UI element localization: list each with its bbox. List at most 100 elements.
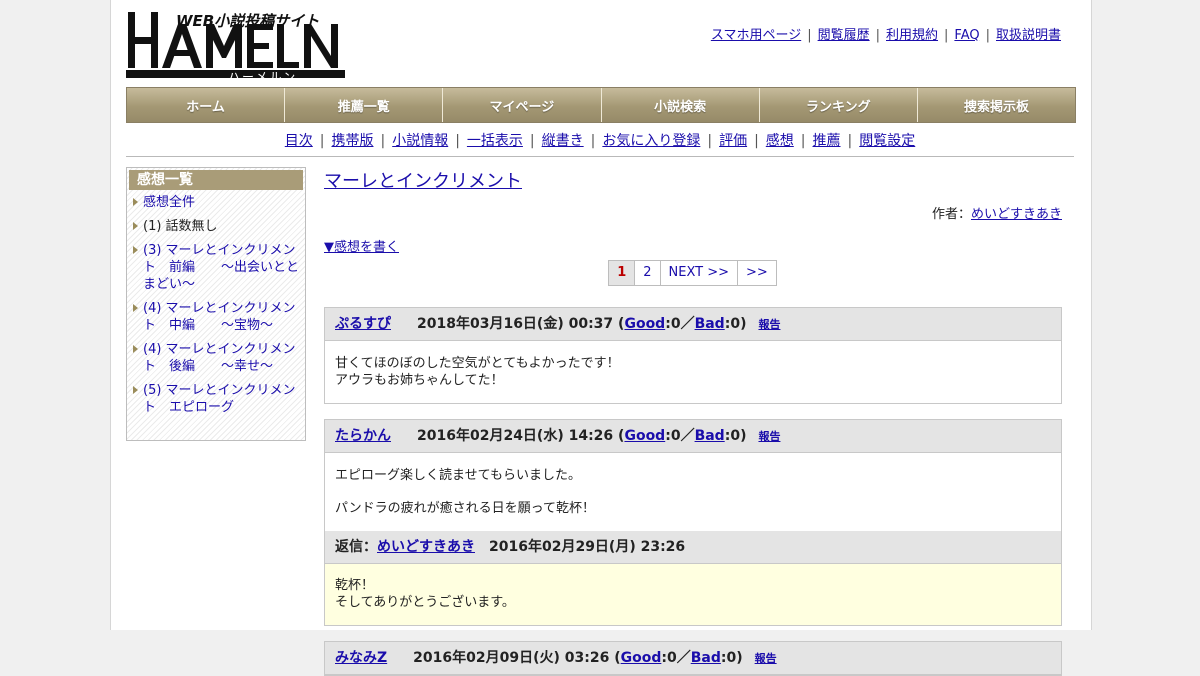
novel-info-link[interactable]: 小説情報: [392, 133, 448, 149]
sidebar-item-part1[interactable]: (3) マーレとインクリメント 前編 ～出会いととまどい～: [131, 242, 301, 293]
page-1-current: 1: [608, 260, 636, 286]
arrow-icon: [133, 222, 138, 230]
pagination: 1 2 NEXT >> >>: [324, 260, 1062, 286]
author-link[interactable]: めいどすきあき: [971, 207, 1062, 222]
sidebar-item-label[interactable]: (4) マーレとインクリメント 後編 ～幸せ～: [143, 342, 296, 374]
mobile-version-link[interactable]: 携帯版: [331, 133, 373, 149]
reply-line: 乾杯！: [335, 578, 375, 593]
nav-home[interactable]: ホーム: [127, 88, 286, 122]
main-content: マーレとインクリメント 作者：めいどすきあき ▼感想を書く 1 2 NEXT >…: [324, 167, 1062, 676]
comment-user-link[interactable]: みなみZ: [335, 650, 387, 666]
impressions-sidebar: 感想一覧 感想全件 (1) 話数無し (3) マーレとインクリメント 前編 ～出…: [126, 167, 306, 441]
report-link[interactable]: 報告: [755, 652, 777, 665]
bad-vote-link[interactable]: Bad: [695, 428, 725, 444]
faq-link[interactable]: FAQ: [954, 28, 979, 43]
reply-date: 2016年02月29日(月) 23:26: [489, 539, 686, 555]
rating-link[interactable]: 評価: [719, 133, 747, 149]
reply-author-link[interactable]: めいどすきあき: [377, 539, 475, 555]
write-impression-link[interactable]: ▼感想を書く: [324, 236, 399, 255]
comment-user-link[interactable]: ぷるすぴ: [335, 316, 391, 332]
report-link[interactable]: 報告: [758, 430, 780, 443]
sidebar-item-label: (1) 話数無し: [143, 219, 218, 234]
nav-ranking[interactable]: ランキング: [759, 88, 918, 122]
reply-line: そしてありがとうございます。: [335, 595, 515, 610]
arrow-icon: [133, 304, 138, 312]
novel-title-link[interactable]: マーレとインクリメント: [324, 171, 522, 192]
good-vote-link[interactable]: Good: [621, 650, 662, 666]
comment-body: 甘くてほのぼのした空気がとてもよかったです！ アウラもお姉ちゃんしてた！: [325, 341, 1061, 403]
comment: みなみZ 2016年02月09日(火) 03:26 (Good:0／Bad:0) 報…: [324, 641, 1062, 676]
sidebar-item-label[interactable]: 感想全件: [143, 195, 195, 210]
comment-header: たらかん 2016年02月24日(水) 14:26 (Good:0／Bad:0) 報…: [325, 420, 1061, 453]
nav-search-board[interactable]: 捜索掲示板: [917, 88, 1076, 122]
sidebar-item-label[interactable]: (3) マーレとインクリメント 前編 ～出会いととまどい～: [143, 243, 299, 292]
sidebar-item-all[interactable]: 感想全件: [131, 194, 301, 211]
view-settings-link[interactable]: 閲覧設定: [859, 133, 915, 149]
bad-count: 0: [730, 428, 741, 444]
arrow-icon: [133, 386, 138, 394]
comment-paragraph: パンドラの疲れが癒される日を願って乾杯！: [335, 501, 596, 516]
sidebar-list: 感想全件 (1) 話数無し (3) マーレとインクリメント 前編 ～出会いととま…: [127, 194, 305, 416]
comment: ぷるすぴ 2018年03月16日(金) 00:37 (Good:0／Bad:0) 報…: [324, 307, 1062, 404]
comment-header: みなみZ 2016年02月09日(火) 03:26 (Good:0／Bad:0) 報…: [325, 642, 1061, 675]
comment-line: アウラもお姉ちゃんしてた！: [335, 373, 504, 388]
sidebar-item-epilogue[interactable]: (5) マーレとインクリメント エピローグ: [131, 382, 301, 416]
comment: たらかん 2016年02月24日(水) 14:26 (Good:0／Bad:0) 報…: [324, 419, 1062, 626]
logo-kana: ハーメルン: [228, 70, 298, 84]
nav-novel-search[interactable]: 小説検索: [601, 88, 760, 122]
browsing-history-link[interactable]: 閲覧履歴: [818, 28, 870, 43]
nav-mypage[interactable]: マイページ: [443, 88, 602, 122]
arrow-icon: [133, 198, 138, 206]
page-2-link[interactable]: 2: [634, 260, 661, 286]
toc-link[interactable]: 目次: [285, 133, 313, 149]
comment-header: ぷるすぴ 2018年03月16日(金) 00:37 (Good:0／Bad:0) 報…: [325, 308, 1061, 341]
sidebar-item-part3[interactable]: (4) マーレとインクリメント 後編 ～幸せ～: [131, 341, 301, 375]
smartphone-page-link[interactable]: スマホ用ページ: [711, 28, 801, 43]
vertical-writing-link[interactable]: 縦書き: [542, 133, 584, 149]
sidebar-item-label[interactable]: (5) マーレとインクリメント エピローグ: [143, 383, 296, 415]
terms-link[interactable]: 利用規約: [886, 28, 938, 43]
good-count: 0: [670, 316, 681, 332]
next-page-link[interactable]: NEXT >>: [659, 260, 738, 286]
comment-date: 2018年03月16日(金) 00:37: [417, 316, 614, 332]
sidebar-item-label[interactable]: (4) マーレとインクリメント 中編 ～宝物～: [143, 301, 296, 333]
main-nav: ホーム 推薦一覧 マイページ 小説検索 ランキング 捜索掲示板: [126, 87, 1076, 123]
recommend-link[interactable]: 推薦: [813, 133, 841, 149]
author-line: 作者：めいどすきあき: [324, 203, 1062, 222]
sidebar-item-part2[interactable]: (4) マーレとインクリメント 中編 ～宝物～: [131, 300, 301, 334]
site-logo[interactable]: WEB小説投稿サイト ハーメルン: [126, 10, 346, 84]
bad-vote-link[interactable]: Bad: [691, 650, 721, 666]
add-favorite-link[interactable]: お気に入り登録: [602, 133, 700, 149]
good-vote-link[interactable]: Good: [624, 428, 665, 444]
bad-vote-link[interactable]: Bad: [695, 316, 725, 332]
page: WEB小説投稿サイト ハーメルン スマホ用ページ | 閲覧履歴 | 利用規約 | FAQ | 取…: [110, 0, 1092, 676]
manual-link[interactable]: 取扱説明書: [996, 28, 1061, 43]
bulk-view-link[interactable]: 一括表示: [467, 133, 523, 149]
nav-recommendations[interactable]: 推薦一覧: [285, 88, 444, 122]
comment-body: エピローグ楽しく読ませてもらいました。 パンドラの疲れが癒される日を願って乾杯！: [325, 453, 1061, 531]
author-label: 作者：: [931, 207, 971, 222]
comment-line: 甘くてほのぼのした空気がとてもよかったです！: [335, 356, 620, 371]
reply-label: 返信：: [335, 539, 377, 555]
reply-body: 乾杯！ そしてありがとうございます。: [325, 564, 1061, 625]
comment-date: 2016年02月24日(水) 14:26: [417, 428, 614, 444]
report-link[interactable]: 報告: [758, 318, 780, 331]
comment-paragraph: エピローグ楽しく読ませてもらいました。: [335, 468, 581, 483]
comment-date: 2016年02月09日(火) 03:26: [413, 650, 610, 666]
logo-tagline: WEB小説投稿サイト: [176, 12, 320, 30]
last-page-link[interactable]: >>: [737, 260, 777, 286]
bad-count: 0: [730, 316, 741, 332]
arrow-icon: [133, 345, 138, 353]
bad-count: 0: [726, 650, 737, 666]
sidebar-item-no-episode: (1) 話数無し: [131, 218, 301, 235]
arrow-icon: [133, 246, 138, 254]
sidebar-title: 感想一覧: [129, 170, 303, 190]
novel-sub-nav: 目次 | 携帯版 | 小説情報 | 一括表示 | 縦書き | お気に入り登録 | 評価 | 感想 | 推薦 | 閲覧…: [284, 133, 916, 149]
impressions-link[interactable]: 感想: [766, 133, 794, 149]
divider: [126, 156, 1074, 157]
top-links: スマホ用ページ | 閲覧履歴 | 利用規約 | FAQ | 取扱説明書: [710, 28, 1061, 43]
good-count: 0: [666, 650, 677, 666]
good-vote-link[interactable]: Good: [624, 316, 665, 332]
reply-header: 返信：めいどすきあき 2016年02月29日(月) 23:26: [325, 531, 1061, 564]
comment-user-link[interactable]: たらかん: [335, 428, 391, 444]
